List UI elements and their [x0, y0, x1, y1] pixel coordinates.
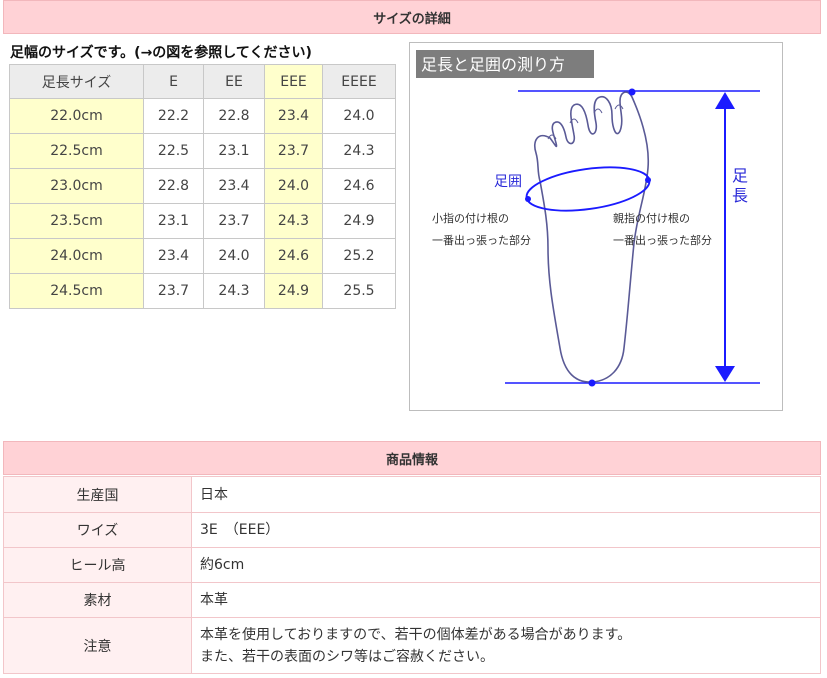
left-note-2: 一番出っ張った部分 — [432, 233, 531, 247]
right-note-1: 親指の付け根の — [613, 211, 690, 225]
info-note-line-1: 本革を使用しておりますので、若干の個体差がある場合があります。 — [200, 626, 632, 643]
size-section-header: サイズの詳細 — [3, 0, 821, 34]
table-row: 24.5cm 23.7 24.3 24.9 25.5 — [9, 273, 396, 309]
info-value-width: 3E （EEE） — [191, 512, 821, 548]
cell-foot-length: 22.0cm — [9, 98, 144, 134]
girth-right-dot — [645, 177, 651, 183]
cell-eee: 24.6 — [264, 238, 323, 274]
length-label-1: 足 — [732, 166, 748, 185]
table-row: 素材 本革 — [3, 582, 821, 618]
cell-foot-length: 22.5cm — [9, 133, 144, 169]
info-section-header: 商品情報 — [3, 441, 821, 475]
cell-foot-length: 23.0cm — [9, 168, 144, 204]
length-label-2: 長 — [732, 186, 748, 205]
info-label-width: ワイズ — [3, 512, 192, 548]
info-section-title: 商品情報 — [385, 452, 438, 468]
info-value-material: 本革 — [191, 582, 821, 618]
header-foot-length: 足長サイズ — [9, 64, 144, 99]
cell-eeee: 24.6 — [322, 168, 396, 204]
cell-ee: 23.4 — [203, 168, 265, 204]
table-row: 生産国 日本 — [3, 476, 821, 513]
cell-ee: 24.0 — [203, 238, 265, 274]
size-table-header-row: 足長サイズ E EE EEE EEEE — [9, 64, 396, 99]
cell-eee: 24.3 — [264, 203, 323, 239]
table-row: 23.0cm 22.8 23.4 24.0 24.6 — [9, 168, 396, 204]
table-row: 22.5cm 22.5 23.1 23.7 24.3 — [9, 133, 396, 169]
length-arrow-down-icon — [715, 366, 735, 382]
cell-eeee: 24.3 — [322, 133, 396, 169]
info-value-origin: 日本 — [191, 476, 821, 513]
cell-ee: 23.1 — [203, 133, 265, 169]
size-caption: 足幅のサイズです。(→の図を参照してください) — [10, 45, 312, 61]
info-label-heel: ヒール高 — [3, 547, 192, 583]
length-arrow-up-icon — [715, 92, 735, 109]
info-label-material: 素材 — [3, 582, 192, 618]
table-row: 22.0cm 22.2 22.8 23.4 24.0 — [9, 98, 396, 134]
size-section-title: サイズの詳細 — [373, 11, 451, 27]
size-table: 足長サイズ E EE EEE EEEE 22.0cm 22.2 22.8 23.… — [9, 64, 396, 309]
info-note-line-2: また、若干の表面のシワ等はご容赦ください。 — [200, 648, 494, 665]
toe-tip-dot — [628, 88, 636, 96]
header-eee: EEE — [264, 64, 323, 99]
cell-e: 23.7 — [143, 273, 204, 309]
cell-ee: 24.3 — [203, 273, 265, 309]
table-row: 注意 本革を使用しておりますので、若干の個体差がある場合があります。 また、若干… — [3, 617, 821, 674]
table-row: 23.5cm 23.1 23.7 24.3 24.9 — [9, 203, 396, 239]
header-ee: EE — [203, 64, 265, 99]
cell-ee: 22.8 — [203, 98, 265, 134]
cell-eeee: 24.0 — [322, 98, 396, 134]
heel-dot — [588, 379, 596, 387]
table-row: 24.0cm 23.4 24.0 24.6 25.2 — [9, 238, 396, 274]
diagram-title: 足長と足囲の測り方 — [421, 55, 565, 74]
product-info-table: 生産国 日本 ワイズ 3E （EEE） ヒール高 約6cm 素材 本革 注意 本… — [3, 476, 821, 674]
cell-e: 22.2 — [143, 98, 204, 134]
foot-diagram-svg: 足長と足囲の測り方 足囲 足 長 小指の付け根の 一番出っ張った部分 親指の付け… — [416, 50, 760, 387]
cell-e: 23.1 — [143, 203, 204, 239]
foot-measurement-diagram: 足長と足囲の測り方 足囲 足 長 小指の付け根の 一番出っ張った部分 親指の付け… — [409, 42, 783, 411]
table-row: ヒール高 約6cm — [3, 547, 821, 583]
cell-ee: 23.7 — [203, 203, 265, 239]
info-label-note: 注意 — [3, 617, 192, 674]
info-value-heel: 約6cm — [191, 547, 821, 583]
cell-eee: 23.7 — [264, 133, 323, 169]
cell-eeee: 24.9 — [322, 203, 396, 239]
cell-e: 22.8 — [143, 168, 204, 204]
cell-e: 22.5 — [143, 133, 204, 169]
left-note-1: 小指の付け根の — [432, 211, 509, 225]
cell-e: 23.4 — [143, 238, 204, 274]
girth-left-dot — [525, 196, 531, 202]
cell-eee: 24.9 — [264, 273, 323, 309]
info-value-note: 本革を使用しておりますので、若干の個体差がある場合があります。 また、若干の表面… — [191, 617, 821, 674]
header-eeee: EEEE — [322, 64, 396, 99]
cell-foot-length: 24.0cm — [9, 238, 144, 274]
cell-eeee: 25.2 — [322, 238, 396, 274]
right-note-2: 一番出っ張った部分 — [613, 233, 712, 247]
cell-eeee: 25.5 — [322, 273, 396, 309]
girth-label: 足囲 — [494, 174, 522, 190]
info-label-origin: 生産国 — [3, 476, 192, 513]
table-row: ワイズ 3E （EEE） — [3, 512, 821, 548]
header-e: E — [143, 64, 204, 99]
toenail-icon — [614, 104, 624, 110]
cell-foot-length: 23.5cm — [9, 203, 144, 239]
cell-eee: 23.4 — [264, 98, 323, 134]
cell-eee: 24.0 — [264, 168, 323, 204]
girth-ellipse — [525, 166, 651, 212]
cell-foot-length: 24.5cm — [9, 273, 144, 309]
